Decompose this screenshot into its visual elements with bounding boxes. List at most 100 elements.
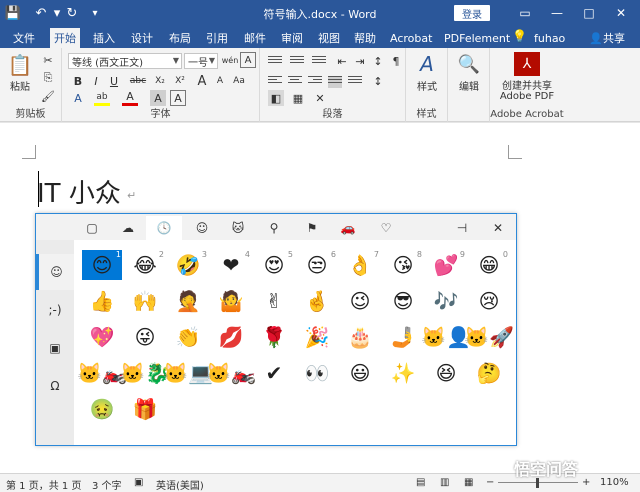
font-size-dropdown[interactable]: 一号 ▼ (184, 53, 218, 69)
maximize-button[interactable]: □ (578, 3, 600, 23)
save-icon[interactable]: 💾 (4, 4, 22, 22)
styles-button[interactable]: 样式 (410, 78, 444, 93)
ribbon-display-options-icon[interactable]: ▭ (514, 3, 536, 23)
tab-references[interactable]: 引用 (202, 28, 232, 48)
format-painter-icon[interactable]: 🖌 (40, 88, 56, 104)
adobe-pdf-icon[interactable]: ⅄ (514, 52, 540, 76)
animal-category-icon[interactable]: 🐱 (220, 216, 256, 240)
phonetic-guide-icon[interactable]: wén (222, 52, 239, 68)
read-mode-icon[interactable]: ▤ (416, 477, 425, 488)
emoji-item[interactable]: 💖 (82, 322, 122, 352)
strikethrough-button[interactable]: abc (128, 73, 148, 89)
text-highlight-icon[interactable]: ab (94, 90, 110, 106)
borders-icon[interactable]: ▦ (290, 90, 306, 106)
tab-acrobat[interactable]: Acrobat (386, 28, 436, 48)
distributed-icon[interactable] (348, 76, 362, 88)
emoji-item[interactable]: 😘 8 (383, 250, 423, 280)
emoji-item[interactable]: 😁 0 (469, 250, 509, 280)
tab-insert[interactable]: 插入 (89, 28, 119, 48)
macro-icon[interactable]: ▣ (134, 477, 143, 488)
create-share-pdf-button-line2[interactable]: Adobe PDF (490, 90, 564, 102)
superscript-button[interactable]: X² (172, 73, 188, 89)
emoji-item[interactable]: 😍 5 (254, 250, 294, 280)
align-left-icon[interactable] (268, 76, 282, 88)
clear-formatting-icon[interactable]: A (70, 90, 86, 106)
emoji-item[interactable]: 💕 9 (426, 250, 466, 280)
zoom-in-icon[interactable]: + (582, 477, 590, 488)
character-shading-icon[interactable]: A (150, 90, 166, 106)
cut-icon[interactable]: ✂ (40, 52, 56, 68)
car-category-icon[interactable]: 🚗 (330, 216, 366, 240)
emoji-item[interactable]: 🙌 (125, 286, 165, 316)
emoji-item[interactable]: 😊 1 (82, 250, 122, 280)
tab-view[interactable]: 视图 (314, 28, 344, 48)
search-icon[interactable]: 🔍 (454, 52, 484, 76)
close-icon[interactable]: ✕ (480, 216, 516, 240)
emoji-item[interactable]: ✔ (254, 358, 294, 388)
emoji-item[interactable]: 🎂 (340, 322, 380, 352)
smiley-category-icon[interactable]: ☺ (184, 216, 220, 240)
food-category-icon[interactable]: ⚲ (256, 216, 292, 240)
font-name-dropdown[interactable]: 等线 (西文正文) ▼ (68, 53, 182, 69)
grow-font-icon[interactable]: A (194, 73, 210, 89)
emoji-item[interactable]: 🤢 (82, 394, 122, 424)
numbering-icon[interactable] (290, 56, 304, 68)
align-center-icon[interactable] (288, 76, 302, 88)
emoji-item[interactable]: 👍 (82, 286, 122, 316)
tab-mailings[interactable]: 邮件 (240, 28, 270, 48)
italic-button[interactable]: I (88, 73, 104, 89)
chinese-layout-icon[interactable]: ✕ (312, 90, 328, 106)
emoji-item[interactable]: 🐱‍🐉 (120, 358, 170, 388)
page-count[interactable]: 第 1 页，共 1 页 (6, 477, 81, 492)
symbols-tab[interactable]: Ω (36, 368, 74, 404)
emoji-item[interactable]: 😃 (340, 358, 380, 388)
bullets-icon[interactable] (268, 56, 282, 68)
tab-home[interactable]: 开始 (50, 28, 80, 48)
copy-icon[interactable]: ⎘ (40, 70, 56, 86)
zoom-level[interactable]: 110% (600, 477, 629, 488)
login-button[interactable]: 登录 (454, 5, 490, 21)
emoji-item[interactable]: 😒 6 (297, 250, 337, 280)
emoji-item[interactable]: 💋 (211, 322, 251, 352)
emoji-item[interactable]: 😢 (469, 286, 509, 316)
character-border-icon[interactable]: A (240, 52, 256, 68)
customize-toolbar-icon[interactable]: ▾ (86, 4, 104, 22)
emoji-item[interactable]: 😉 (340, 286, 380, 316)
document-text[interactable]: IT 小众 (37, 173, 121, 210)
shading-icon[interactable]: ◧ (268, 90, 284, 106)
emoji-item[interactable]: 👀 (297, 358, 337, 388)
emoji-item[interactable]: 🐱‍🚀 (464, 322, 514, 352)
decrease-indent-icon[interactable]: ⇤ (334, 53, 350, 69)
subscript-button[interactable]: X₂ (152, 73, 168, 89)
emoji-item[interactable]: 👌 7 (340, 250, 380, 280)
emoji-item[interactable]: 🎶 (426, 286, 466, 316)
tab-layout[interactable]: 布局 (165, 28, 195, 48)
recent-category-icon[interactable]: ▢ (74, 216, 110, 240)
print-layout-icon[interactable]: ▥ (440, 477, 449, 488)
emoji-item[interactable]: 🤳 (383, 322, 423, 352)
change-case-icon[interactable]: Aa (230, 73, 248, 89)
emoji-item[interactable]: 🤣 3 (168, 250, 208, 280)
tell-me-icon[interactable]: 💡 (512, 29, 527, 43)
emoji-item[interactable]: 🐱‍👤 (421, 322, 471, 352)
increase-indent-icon[interactable]: ⇥ (352, 53, 368, 69)
emoji-item[interactable]: ❤ 4 (211, 250, 251, 280)
tab-design[interactable]: 设计 (127, 28, 157, 48)
close-button[interactable]: ✕ (610, 3, 632, 23)
gif-tab[interactable]: ▣ (36, 330, 74, 366)
emoji-item[interactable]: 😂 2 (125, 250, 165, 280)
enclose-characters-icon[interactable]: A (170, 90, 186, 106)
clock-category-icon[interactable]: 🕓 (146, 216, 182, 240)
emoji-item[interactable]: 🎉 (297, 322, 337, 352)
pin-icon[interactable]: ⊣ (444, 216, 480, 240)
tab-file[interactable]: 文件 (9, 28, 39, 48)
justify-icon[interactable] (328, 76, 342, 88)
emoji-item[interactable]: 🤷 (211, 286, 251, 316)
emoji-item[interactable]: 🤦 (168, 286, 208, 316)
emoji-item[interactable]: 😎 (383, 286, 423, 316)
line-spacing-icon[interactable]: ↕ (370, 73, 386, 89)
paste-icon[interactable]: 📋 (6, 52, 34, 78)
create-share-pdf-button[interactable]: 创建并共享 (490, 78, 564, 92)
align-right-icon[interactable] (308, 76, 322, 88)
sort-icon[interactable]: ↕ (370, 53, 386, 69)
